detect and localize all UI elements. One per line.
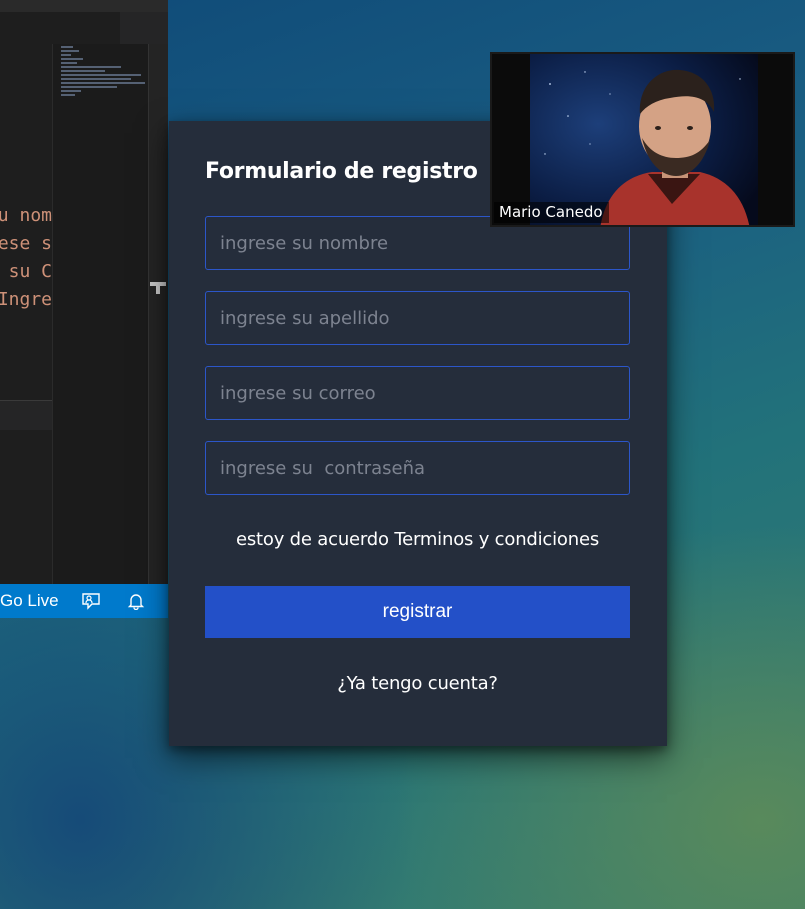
code-line: ese s [0, 233, 52, 254]
editor-active-tab[interactable] [0, 12, 120, 44]
editor-text-area[interactable]: su nom ese s su C Ingre [0, 44, 52, 584]
panel-separator [0, 400, 52, 430]
form-title: Formulario de registro [205, 159, 478, 184]
go-live-button[interactable]: Go Live [0, 591, 59, 611]
code-line: Ingre [0, 289, 52, 310]
code-line: su C [8, 261, 52, 282]
participant-name-label: Mario Canedo [494, 202, 609, 223]
editor-tabs-bar[interactable] [0, 12, 168, 44]
editor-titlebar [0, 0, 168, 12]
register-button[interactable]: registrar [205, 586, 630, 638]
code-editor-window: su nom ese s su C Ingre Go Live [0, 0, 168, 618]
login-link[interactable]: ¿Ya tengo cuenta? [205, 673, 630, 694]
terms-agreement[interactable]: estoy de acuerdo Terminos y condiciones [205, 529, 630, 550]
scrollbar-handle[interactable] [150, 282, 166, 294]
bell-icon[interactable] [127, 592, 145, 611]
editor-minimap[interactable] [52, 44, 148, 584]
feedback-person-icon[interactable] [82, 592, 100, 610]
password-input[interactable] [205, 441, 630, 495]
apellido-input[interactable] [205, 291, 630, 345]
status-bar: Go Live [0, 584, 168, 618]
correo-input[interactable] [205, 366, 630, 420]
code-line: su nom [0, 205, 52, 226]
editor-scrollbar[interactable] [148, 44, 168, 584]
video-call-thumbnail[interactable]: Mario Canedo [490, 52, 795, 227]
